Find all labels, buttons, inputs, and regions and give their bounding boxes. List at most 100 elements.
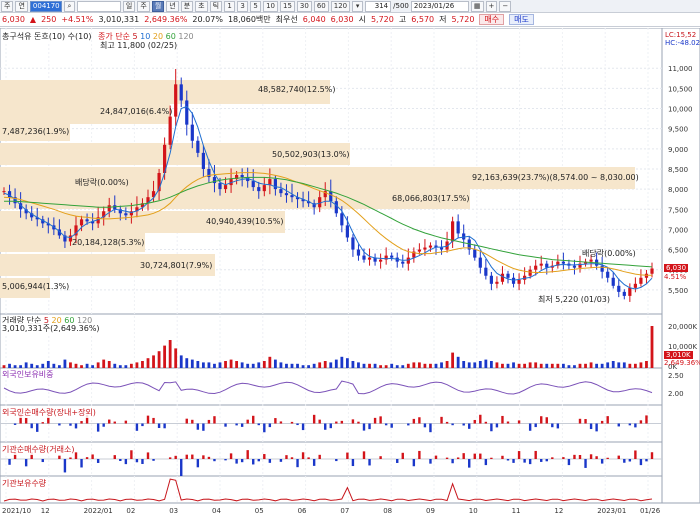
foreign-net-bar (517, 420, 521, 424)
inst-net-bar (484, 459, 488, 466)
chevron-down-icon[interactable]: ▾ (352, 0, 364, 12)
interval-3-button[interactable]: 3 (237, 0, 249, 12)
inst-net-bar (119, 459, 122, 462)
foreign-net-bar (13, 423, 17, 425)
current-price-tag: 6,030 (664, 264, 689, 272)
volume-bar (650, 326, 654, 368)
volume-bar (429, 363, 432, 368)
foreign-net-bar (41, 422, 44, 424)
inst-net-bar (468, 459, 471, 468)
volume-bar (224, 361, 227, 368)
dividend-note: 배당락(0.00%) (582, 249, 636, 258)
current-price: 6,030 (2, 15, 25, 24)
volume-bar (628, 363, 632, 368)
search-icon[interactable]: ⌕ (63, 0, 75, 12)
volume-bar (390, 363, 394, 368)
volume-bar (157, 351, 161, 368)
volume-bar (85, 363, 89, 368)
inst-net-bar (85, 457, 89, 459)
price-change: 250 (41, 15, 57, 24)
volume-bar (456, 356, 460, 368)
foreign-net-bar (296, 423, 299, 426)
zoom-in-icon[interactable]: + (485, 0, 498, 12)
foreign-net-bar (96, 423, 100, 432)
volume-bar (240, 362, 244, 368)
price-tick-label: 10,000 (668, 106, 693, 114)
data-count-input[interactable]: 314 (365, 0, 392, 12)
toolbar-button-week[interactable]: 주 (1, 0, 14, 12)
foreign-net-bar (213, 416, 216, 424)
period-day-button[interactable]: 일 (122, 0, 136, 12)
inst-net-bar (589, 454, 593, 459)
interval-60-button[interactable]: 60 (313, 0, 329, 12)
period-second-button[interactable]: 초 (195, 0, 208, 12)
volume-bar (213, 363, 216, 368)
volume-tick-label: 20,000K (668, 323, 697, 331)
volume-bar (368, 363, 371, 368)
sell-button[interactable]: 매도 (509, 14, 534, 25)
volume-bar (135, 362, 139, 368)
date-input[interactable]: 2023/01/26 (410, 0, 469, 12)
volume-bar (141, 361, 144, 368)
volume-profile-label: 30,724,801(7.9%) (140, 261, 213, 270)
inst-net-bar (351, 459, 355, 467)
foreign-net-bar (135, 423, 139, 431)
trade-amount: 18,060백만 (227, 15, 271, 24)
dividend-note: 배당락(0.00%) (75, 178, 129, 187)
foreign-net-bar (645, 415, 648, 424)
inst-net-bar (69, 457, 72, 459)
inst-net-bar (213, 459, 216, 462)
foreign-net-bar (606, 416, 609, 424)
volume-bar (417, 362, 421, 368)
interval-1-button[interactable]: 1 (224, 0, 236, 12)
volume-bar (19, 365, 23, 368)
period-year-button[interactable]: 년 (166, 0, 179, 12)
chart-area[interactable]: 11,000 10,500 10,000 9,500 9,000 8,500 8,000 7,… (0, 27, 700, 515)
inst-net-bar (451, 459, 454, 464)
volume-profile-label: 48,582,740(12.5%) (258, 85, 336, 94)
buy-button[interactable]: 매수 (479, 14, 505, 25)
inst-net-bar (567, 459, 571, 466)
interval-120-button[interactable]: 120 (330, 0, 351, 12)
toolbar-button-link[interactable]: 연 (15, 0, 28, 12)
foreign-net-bar (556, 423, 560, 429)
time-tick-label: 12 (41, 507, 50, 515)
foreign-net-bar (329, 423, 332, 429)
foreign-net-bar (263, 423, 266, 433)
period-minute-button[interactable]: 분 (180, 0, 194, 12)
stock-code-input[interactable]: 004170 (29, 0, 62, 12)
time-tick-label: 12 (554, 507, 563, 515)
stock-name-field[interactable] (76, 0, 121, 12)
foreign-net-bar (451, 423, 454, 426)
foreign-net-bar (224, 423, 227, 427)
price-tick-label: 7,000 (668, 226, 688, 234)
period-week-button[interactable]: 주 (137, 0, 150, 12)
volume-bar (373, 363, 377, 368)
period-tick-button[interactable]: 틱 (209, 0, 223, 12)
foreign-net-bar (301, 423, 305, 431)
zoom-out-icon[interactable]: − (499, 0, 512, 12)
period-month-button[interactable]: 월 (151, 0, 165, 12)
foreign-net-bar (540, 416, 543, 424)
lowest-price-note: 최저 5,220 (01/03) (538, 295, 611, 304)
interval-10-button[interactable]: 10 (263, 0, 278, 12)
inst-net-bar (229, 453, 233, 459)
inst-net-bar (152, 459, 155, 461)
foreign-net-bar (468, 423, 471, 429)
open-label: 시 (358, 15, 366, 24)
volume-bar (600, 363, 604, 368)
volume-bar (423, 363, 427, 368)
volume-bar (13, 365, 17, 368)
volume-bar (8, 363, 11, 368)
inst-net-bar (562, 457, 565, 459)
interval-30-button[interactable]: 30 (296, 0, 312, 12)
volume-bar (379, 365, 383, 368)
interval-15-button[interactable]: 15 (280, 0, 295, 12)
volume-bar (323, 361, 327, 368)
volume-bar (185, 358, 189, 368)
up-arrow-icon: ▲ (29, 15, 37, 24)
interval-5-button[interactable]: 5 (250, 0, 262, 12)
foreign-net-bar (196, 423, 200, 430)
calendar-icon[interactable]: ▦ (470, 0, 484, 12)
foreign-net-bar (578, 418, 582, 424)
